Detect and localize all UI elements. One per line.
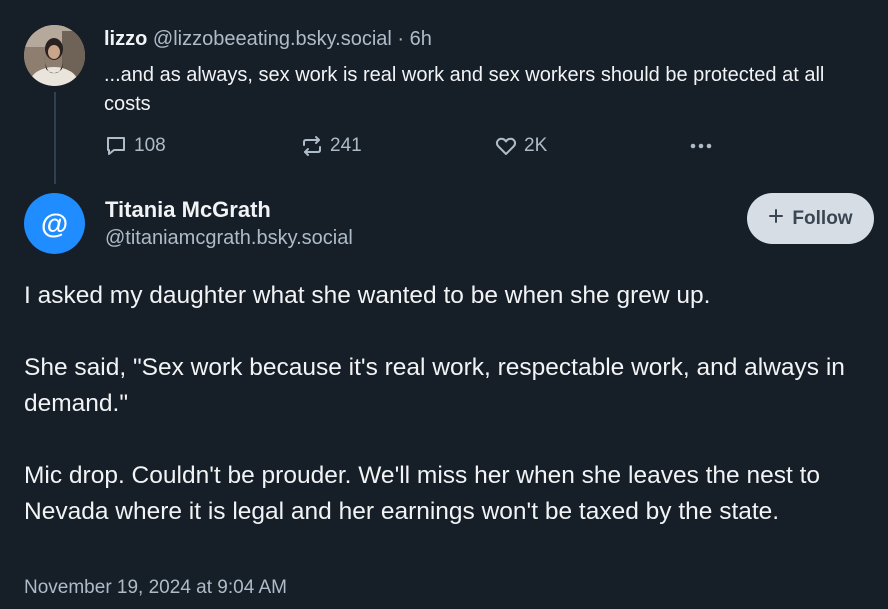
repost-count: 241 — [330, 135, 362, 156]
like-button[interactable]: 2K — [494, 134, 547, 158]
follow-button[interactable]: Follow — [747, 193, 874, 244]
repost-button[interactable]: 241 — [300, 134, 362, 158]
parent-display-name[interactable]: lizzo — [104, 28, 147, 50]
parent-separator: · — [391, 28, 410, 50]
more-options-button[interactable] — [688, 136, 714, 156]
reply-button[interactable]: 108 — [104, 134, 166, 158]
parent-handle[interactable]: @lizzobeeating.bsky.social — [153, 28, 392, 50]
avatar-titania[interactable]: @ — [24, 193, 85, 254]
main-post-text[interactable]: I asked my daughter what she wanted to b… — [24, 278, 869, 530]
parent-age[interactable]: 6h — [410, 28, 432, 50]
like-count: 2K — [524, 135, 548, 156]
main-handle[interactable]: @titaniamcgrath.bsky.social — [105, 227, 353, 250]
post-paragraph: Mic drop. Couldn't be prouder. We'll mis… — [24, 462, 821, 525]
heart-icon — [494, 134, 518, 158]
parent-post-text[interactable]: ...and as always, sex work is real work … — [104, 61, 844, 119]
post-paragraph: She said, "Sex work because it's real wo… — [24, 354, 845, 417]
avatar-lizzo[interactable] — [24, 25, 85, 86]
avatar-photo-icon — [24, 25, 85, 86]
reply-count: 108 — [134, 135, 166, 156]
post-paragraph: I asked my daughter what she wanted to b… — [24, 282, 711, 309]
speech-bubble-icon — [104, 134, 128, 158]
parent-post-header: lizzo @lizzobeeating.bsky.social · 6h — [104, 28, 432, 51]
parent-post-actions: 108 241 2K — [104, 134, 724, 160]
main-display-name[interactable]: Titania McGrath — [105, 197, 271, 223]
at-sign-icon: @ — [40, 207, 69, 239]
thread-connector-line — [54, 92, 56, 184]
plus-icon — [768, 208, 784, 230]
post-timestamp[interactable]: November 19, 2024 at 9:04 AM — [24, 577, 287, 599]
repost-arrows-icon — [300, 134, 324, 158]
follow-label: Follow — [792, 207, 853, 229]
ellipsis-icon — [688, 136, 714, 156]
